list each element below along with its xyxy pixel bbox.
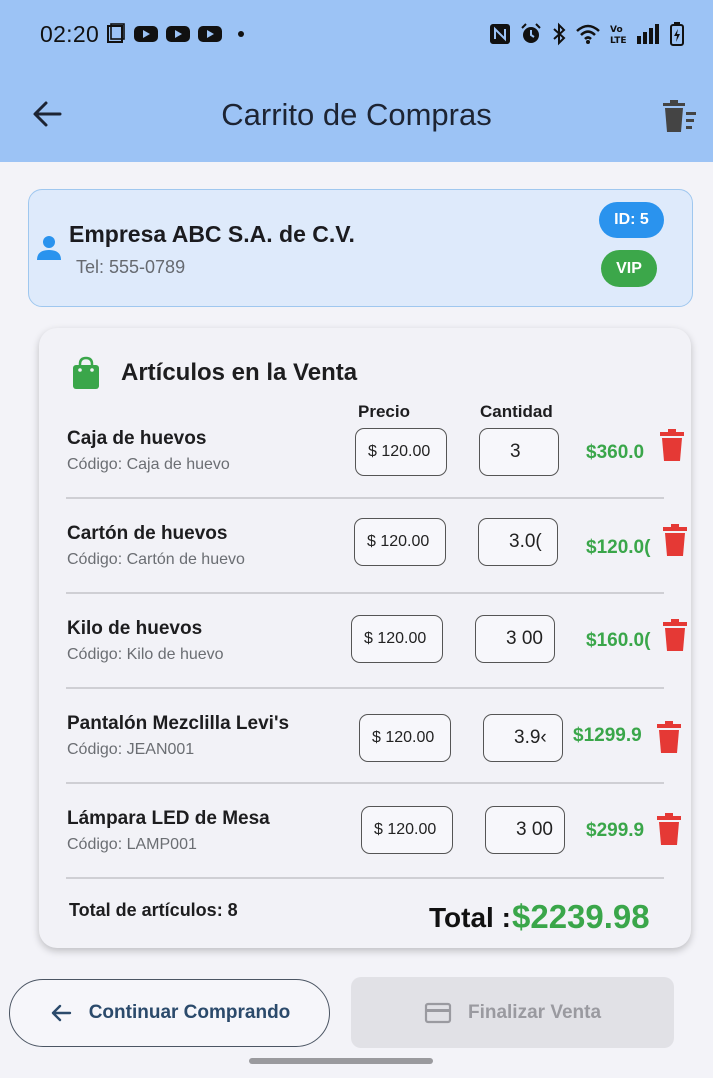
- price-input[interactable]: $ 120.00: [351, 615, 443, 663]
- total-value: $2239.98: [512, 898, 650, 935]
- wifi-icon: [576, 24, 600, 44]
- item-subtotal: $360.0: [586, 442, 645, 463]
- delete-icon[interactable]: [659, 428, 685, 462]
- item-name: Pantalón Mezclilla Levi's: [67, 713, 290, 734]
- delete-icon[interactable]: [662, 523, 688, 557]
- youtube-icon: [198, 26, 223, 42]
- cart-item-row: Pantalón Mezclilla Levi's Código: JEAN00…: [39, 687, 691, 781]
- nfc-icon: [490, 24, 510, 44]
- items-header: Artículos en la Venta: [71, 356, 357, 390]
- status-bar: 02:20 Vo LTE: [0, 0, 713, 68]
- item-subtotal: $299.9: [586, 820, 645, 841]
- price-input[interactable]: $ 120.00: [354, 518, 446, 566]
- total-items-count: Total de artículos: 8: [69, 900, 238, 920]
- item-code: Código: LAMP001: [67, 836, 197, 853]
- client-phone: Tel: 555-0789: [76, 257, 186, 277]
- price-input[interactable]: $ 120.00: [361, 806, 453, 854]
- item-code: Código: Caja de huevo: [67, 456, 230, 473]
- client-card[interactable]: Empresa ABC S.A. de C.V. Tel: 555-0789 I…: [28, 189, 693, 307]
- items-card: Artículos en la Venta Precio Cantidad Ca…: [39, 328, 691, 948]
- item-subtotal: $160.0(: [586, 630, 651, 651]
- bluetooth-icon: [553, 22, 566, 46]
- page-title: Carrito de Compras: [221, 97, 492, 132]
- shopping-bag-icon: [73, 356, 99, 389]
- item-subtotal: $120.0(: [586, 537, 651, 558]
- credit-card-icon: [424, 1002, 452, 1023]
- screenshot-icon: [107, 23, 125, 43]
- items-title: Artículos en la Venta: [121, 359, 358, 386]
- finalize-sale-label: Finalizar Venta: [467, 1001, 602, 1023]
- cart-item-row: Cartón de huevos Código: Cartón de huevo…: [39, 497, 691, 591]
- svg-text:LTE: LTE: [610, 36, 627, 46]
- continue-shopping-label: Continuar Comprando: [88, 1002, 291, 1023]
- status-left-icons: [105, 23, 249, 45]
- quantity-input[interactable]: 3.0(: [478, 518, 558, 566]
- item-name: Lámpara LED de Mesa: [67, 808, 270, 829]
- battery-icon: [670, 22, 684, 46]
- cart-item-row: Kilo de huevos Código: Kilo de huevo $ 1…: [39, 592, 691, 686]
- client-name: Empresa ABC S.A. de C.V.: [69, 221, 355, 247]
- app-bar: Carrito de Compras: [0, 68, 713, 162]
- quantity-input[interactable]: 3: [479, 428, 559, 476]
- quantity-input[interactable]: 3 00: [485, 806, 565, 854]
- total-label: Total :: [429, 902, 511, 933]
- dot-icon: [238, 31, 245, 37]
- arrow-left-icon: [51, 1004, 71, 1022]
- item-code: Código: JEAN001: [67, 741, 195, 758]
- item-name: Kilo de huevos: [67, 618, 203, 639]
- clear-cart-icon[interactable]: [659, 96, 699, 136]
- finalize-sale-button[interactable]: Finalizar Venta: [351, 977, 674, 1048]
- item-code: Código: Cartón de huevo: [67, 551, 245, 568]
- delete-icon[interactable]: [656, 812, 682, 846]
- item-code: Código: Kilo de huevo: [67, 646, 224, 663]
- price-input[interactable]: $ 120.00: [355, 428, 447, 476]
- cart-item-row: Caja de huevos Código: Caja de huevo $ 1…: [39, 402, 691, 496]
- signal-icon: [637, 24, 659, 44]
- price-input[interactable]: $ 120.00: [359, 714, 451, 762]
- row-divider: [66, 877, 664, 879]
- continue-shopping-button[interactable]: Continuar Comprando: [9, 979, 330, 1047]
- status-time: 02:20: [40, 20, 100, 47]
- delete-icon[interactable]: [662, 618, 688, 652]
- cart-item-row: Lámpara LED de Mesa Código: LAMP001 $ 12…: [39, 782, 691, 876]
- back-arrow-icon[interactable]: [30, 96, 66, 132]
- client-vip-badge: VIP: [601, 250, 657, 287]
- quantity-input[interactable]: 3.9‹: [483, 714, 563, 762]
- svg-text:Vo: Vo: [610, 25, 623, 35]
- alarm-icon: [521, 23, 541, 43]
- item-name: Cartón de huevos: [67, 523, 228, 544]
- delete-icon[interactable]: [656, 720, 682, 754]
- client-id-badge: ID: 5: [599, 202, 664, 238]
- youtube-icon: [166, 26, 191, 42]
- volte-icon: VoLTE: [610, 25, 627, 46]
- item-name: Caja de huevos: [67, 428, 207, 449]
- status-right-icons: Vo LTE: [489, 21, 685, 47]
- person-icon: [37, 236, 61, 260]
- item-subtotal: $1299.9: [573, 725, 642, 746]
- youtube-icon: [134, 26, 159, 42]
- home-indicator[interactable]: [249, 1058, 433, 1064]
- quantity-input[interactable]: 3 00: [475, 615, 555, 663]
